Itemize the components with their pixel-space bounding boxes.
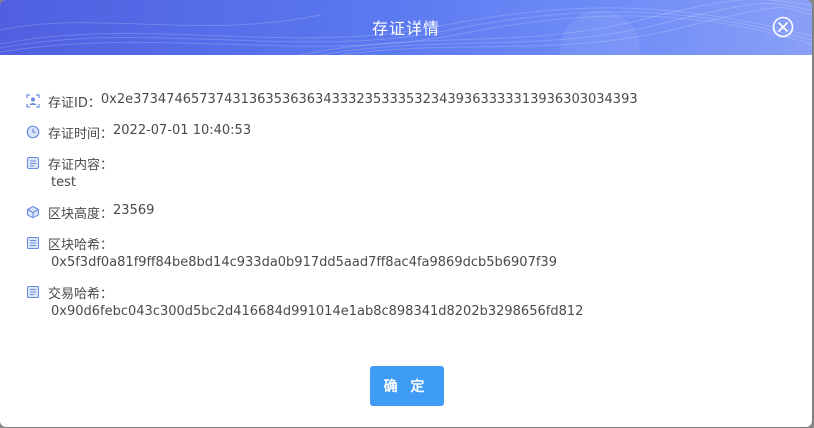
evidence-content-value: test <box>51 175 76 190</box>
id-card-icon <box>26 94 40 108</box>
evidence-content-label: 存证内容： <box>48 158 114 173</box>
block-height-label: 区块高度： <box>48 207 114 222</box>
dialog-header: 存证详情 <box>0 0 812 55</box>
tx-hash-label: 交易哈希： <box>48 287 114 302</box>
block-hash-value: 0x5f3df0a81f9ff84be8bd14c933da0b917dd5aa… <box>51 255 557 270</box>
evidence-content-row: 存证内容： <box>26 154 812 173</box>
cube-icon <box>26 205 40 219</box>
document-icon <box>26 156 40 170</box>
evidence-time-value: 2022-07-01 10:40:53 <box>113 123 252 138</box>
evidence-detail-dialog: 存证详情 存证ID： 0x2e3734746573743136353636343… <box>0 0 812 427</box>
block-hash-row: 区块哈希： <box>26 234 812 253</box>
transaction-hash-icon <box>26 285 40 299</box>
evidence-id-label: 存证ID： <box>48 96 101 111</box>
evidence-time-label: 存证时间： <box>48 127 114 142</box>
evidence-time-row: 存证时间： 2022-07-01 10:40:53 <box>26 123 812 142</box>
tx-hash-value: 0x90d6febc043c300d5bc2d416684d991014e1ab… <box>51 304 584 319</box>
block-height-row: 区块高度： 23569 <box>26 203 812 222</box>
block-height-value: 23569 <box>113 203 155 218</box>
close-button[interactable] <box>772 16 794 38</box>
block-hash-label: 区块哈希： <box>48 238 114 253</box>
dialog-title: 存证详情 <box>371 19 440 38</box>
clock-icon <box>26 125 40 139</box>
block-hash-icon <box>26 236 40 250</box>
confirm-button[interactable]: 确 定 <box>370 366 444 406</box>
close-icon <box>772 16 794 38</box>
detail-list: 存证ID： 0x2e373474657374313635363634333235… <box>0 55 812 319</box>
evidence-id-row: 存证ID： 0x2e373474657374313635363634333235… <box>26 92 812 111</box>
tx-hash-row: 交易哈希： <box>26 283 812 302</box>
evidence-id-value: 0x2e373474657374313635363634333235333532… <box>100 92 638 107</box>
